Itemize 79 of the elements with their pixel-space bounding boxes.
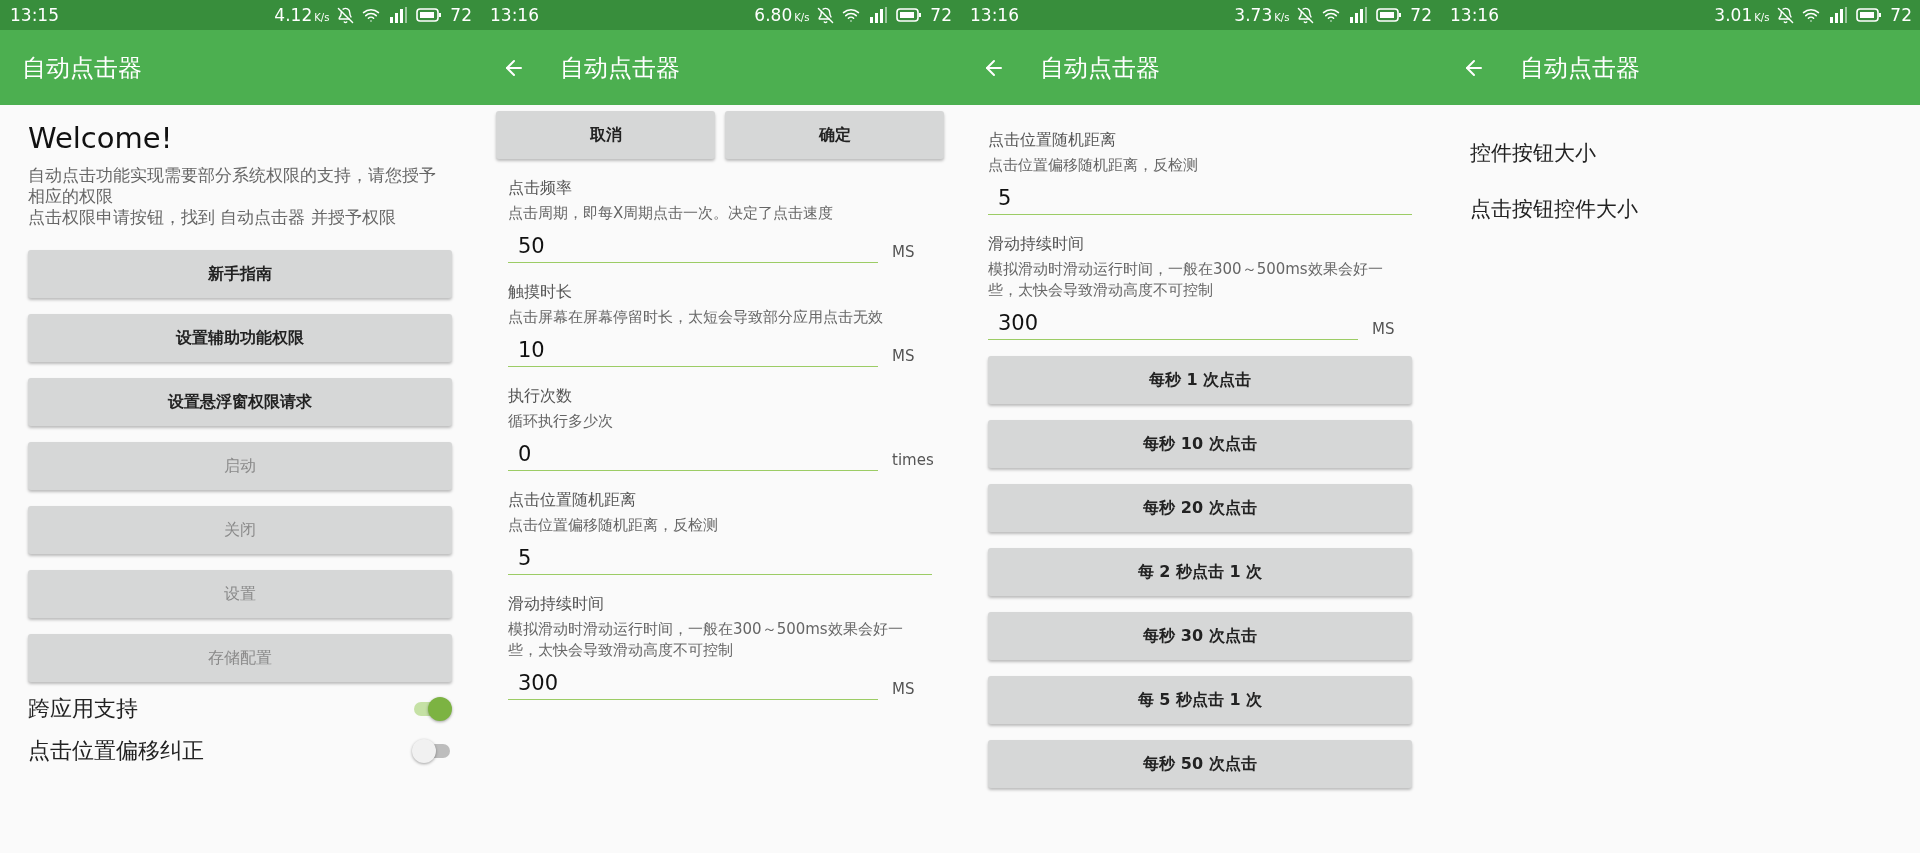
unit-label: MS (1372, 320, 1396, 340)
setting-title: 滑动持续时间 (988, 233, 1085, 255)
action-button[interactable]: 设置悬浮窗权限请求 (28, 378, 452, 426)
wifi-icon (362, 6, 381, 24)
dialog-button[interactable]: 取消 (496, 111, 715, 159)
setting-description: 模拟滑动时滑动运行时间，一般在300～500ms效果会好一些，太快会导致滑动高度不可控制 (988, 259, 1384, 301)
network-speed: 3.73 K/s (1234, 5, 1290, 25)
toggle-label: 跨应用支持 (28, 695, 138, 723)
network-speed: 3.01 K/s (1714, 5, 1770, 25)
wifi-icon (1322, 6, 1341, 24)
setting-title: 滑动持续时间 (508, 593, 605, 615)
battery-level: 72 (1410, 5, 1432, 25)
list-item[interactable]: 控件按钮大小 (1468, 125, 1892, 181)
network-speed: 4.12 K/s (274, 5, 330, 25)
unit-label: times (892, 451, 932, 471)
toggle-switch[interactable] (412, 739, 452, 763)
input-field[interactable]: 50 (508, 230, 878, 263)
action-button[interactable]: 每 2 秒点击 1 次 (988, 548, 1412, 596)
battery-icon (896, 8, 923, 22)
action-button[interactable]: 新手指南 (28, 250, 452, 298)
welcome-heading: Welcome! (28, 121, 174, 155)
battery-level: 72 (450, 5, 472, 25)
unit-label: MS (892, 347, 916, 367)
permission-text: 自动点击功能实现需要部分系统权限的支持，请您授予相应的权限 (28, 165, 437, 207)
action-button[interactable]: 设置辅助功能权限 (28, 314, 452, 362)
setting-title: 点击位置随机距离 (988, 129, 1117, 151)
setting-description: 点击位置偏移随机距离，反检测 (988, 155, 1199, 176)
setting-description: 点击周期，即每X周期点击一次。决定了点击速度 (508, 203, 835, 224)
input-field[interactable]: 300 (508, 667, 878, 700)
action-button[interactable]: 每秒 50 次点击 (988, 740, 1412, 788)
app-title: 自动点击器 (1520, 52, 1640, 84)
cell-signal-icon (1348, 7, 1369, 23)
battery-icon (416, 8, 443, 22)
action-button[interactable]: 每秒 20 次点击 (988, 484, 1412, 532)
mute-icon (1777, 6, 1795, 24)
status-time: 13:16 (1450, 5, 1500, 25)
permission-text: 点击权限申请按钮，找到 自动点击器 并授予权限 (28, 207, 397, 228)
unit-label: MS (892, 680, 916, 700)
mute-icon (1297, 6, 1315, 24)
input-field[interactable]: 10 (508, 334, 878, 367)
status-time: 13:16 (490, 5, 540, 25)
toggle-switch[interactable] (412, 697, 452, 721)
input-field[interactable]: 5 (988, 182, 1412, 215)
battery-icon (1376, 8, 1403, 22)
battery-level: 72 (1890, 5, 1912, 25)
toggle-label: 点击位置偏移纠正 (28, 737, 204, 765)
action-button[interactable]: 每秒 10 次点击 (988, 420, 1412, 468)
setting-description: 点击位置偏移随机距离，反检测 (508, 515, 719, 536)
app-title: 自动点击器 (560, 52, 680, 84)
setting-title: 点击位置随机距离 (508, 489, 637, 511)
cell-signal-icon (1828, 7, 1849, 23)
app-title: 自动点击器 (22, 52, 142, 84)
setting-description: 模拟滑动时滑动运行时间，一般在300～500ms效果会好一些，太快会导致滑动高度不可控制 (508, 619, 904, 661)
input-field[interactable]: 5 (508, 542, 932, 575)
cell-signal-icon (388, 7, 409, 23)
setting-title: 执行次数 (508, 385, 573, 407)
mute-icon (817, 6, 835, 24)
battery-icon (1856, 8, 1883, 22)
action-button[interactable]: 每秒 1 次点击 (988, 356, 1412, 404)
input-field[interactable]: 300 (988, 307, 1358, 340)
setting-description: 点击屏幕在屏幕停留时长，太短会导致部分应用点击无效 (508, 307, 884, 328)
network-speed: 6.80 K/s (754, 5, 810, 25)
list-item[interactable]: 点击按钮控件大小 (1468, 181, 1892, 237)
app-title: 自动点击器 (1040, 52, 1160, 84)
action-button[interactable]: 每 5 秒点击 1 次 (988, 676, 1412, 724)
action-button[interactable]: 每秒 30 次点击 (988, 612, 1412, 660)
mute-icon (337, 6, 355, 24)
setting-title: 点击频率 (508, 177, 573, 199)
wifi-icon (1802, 6, 1821, 24)
dialog-button[interactable]: 确定 (725, 111, 944, 159)
cell-signal-icon (868, 7, 889, 23)
setting-title: 触摸时长 (508, 281, 573, 303)
battery-level: 72 (930, 5, 952, 25)
status-time: 13:15 (10, 5, 60, 25)
wifi-icon (842, 6, 861, 24)
unit-label: MS (892, 243, 916, 263)
status-time: 13:16 (970, 5, 1020, 25)
setting-description: 循环执行多少次 (508, 411, 614, 432)
input-field[interactable]: 0 (508, 438, 878, 471)
